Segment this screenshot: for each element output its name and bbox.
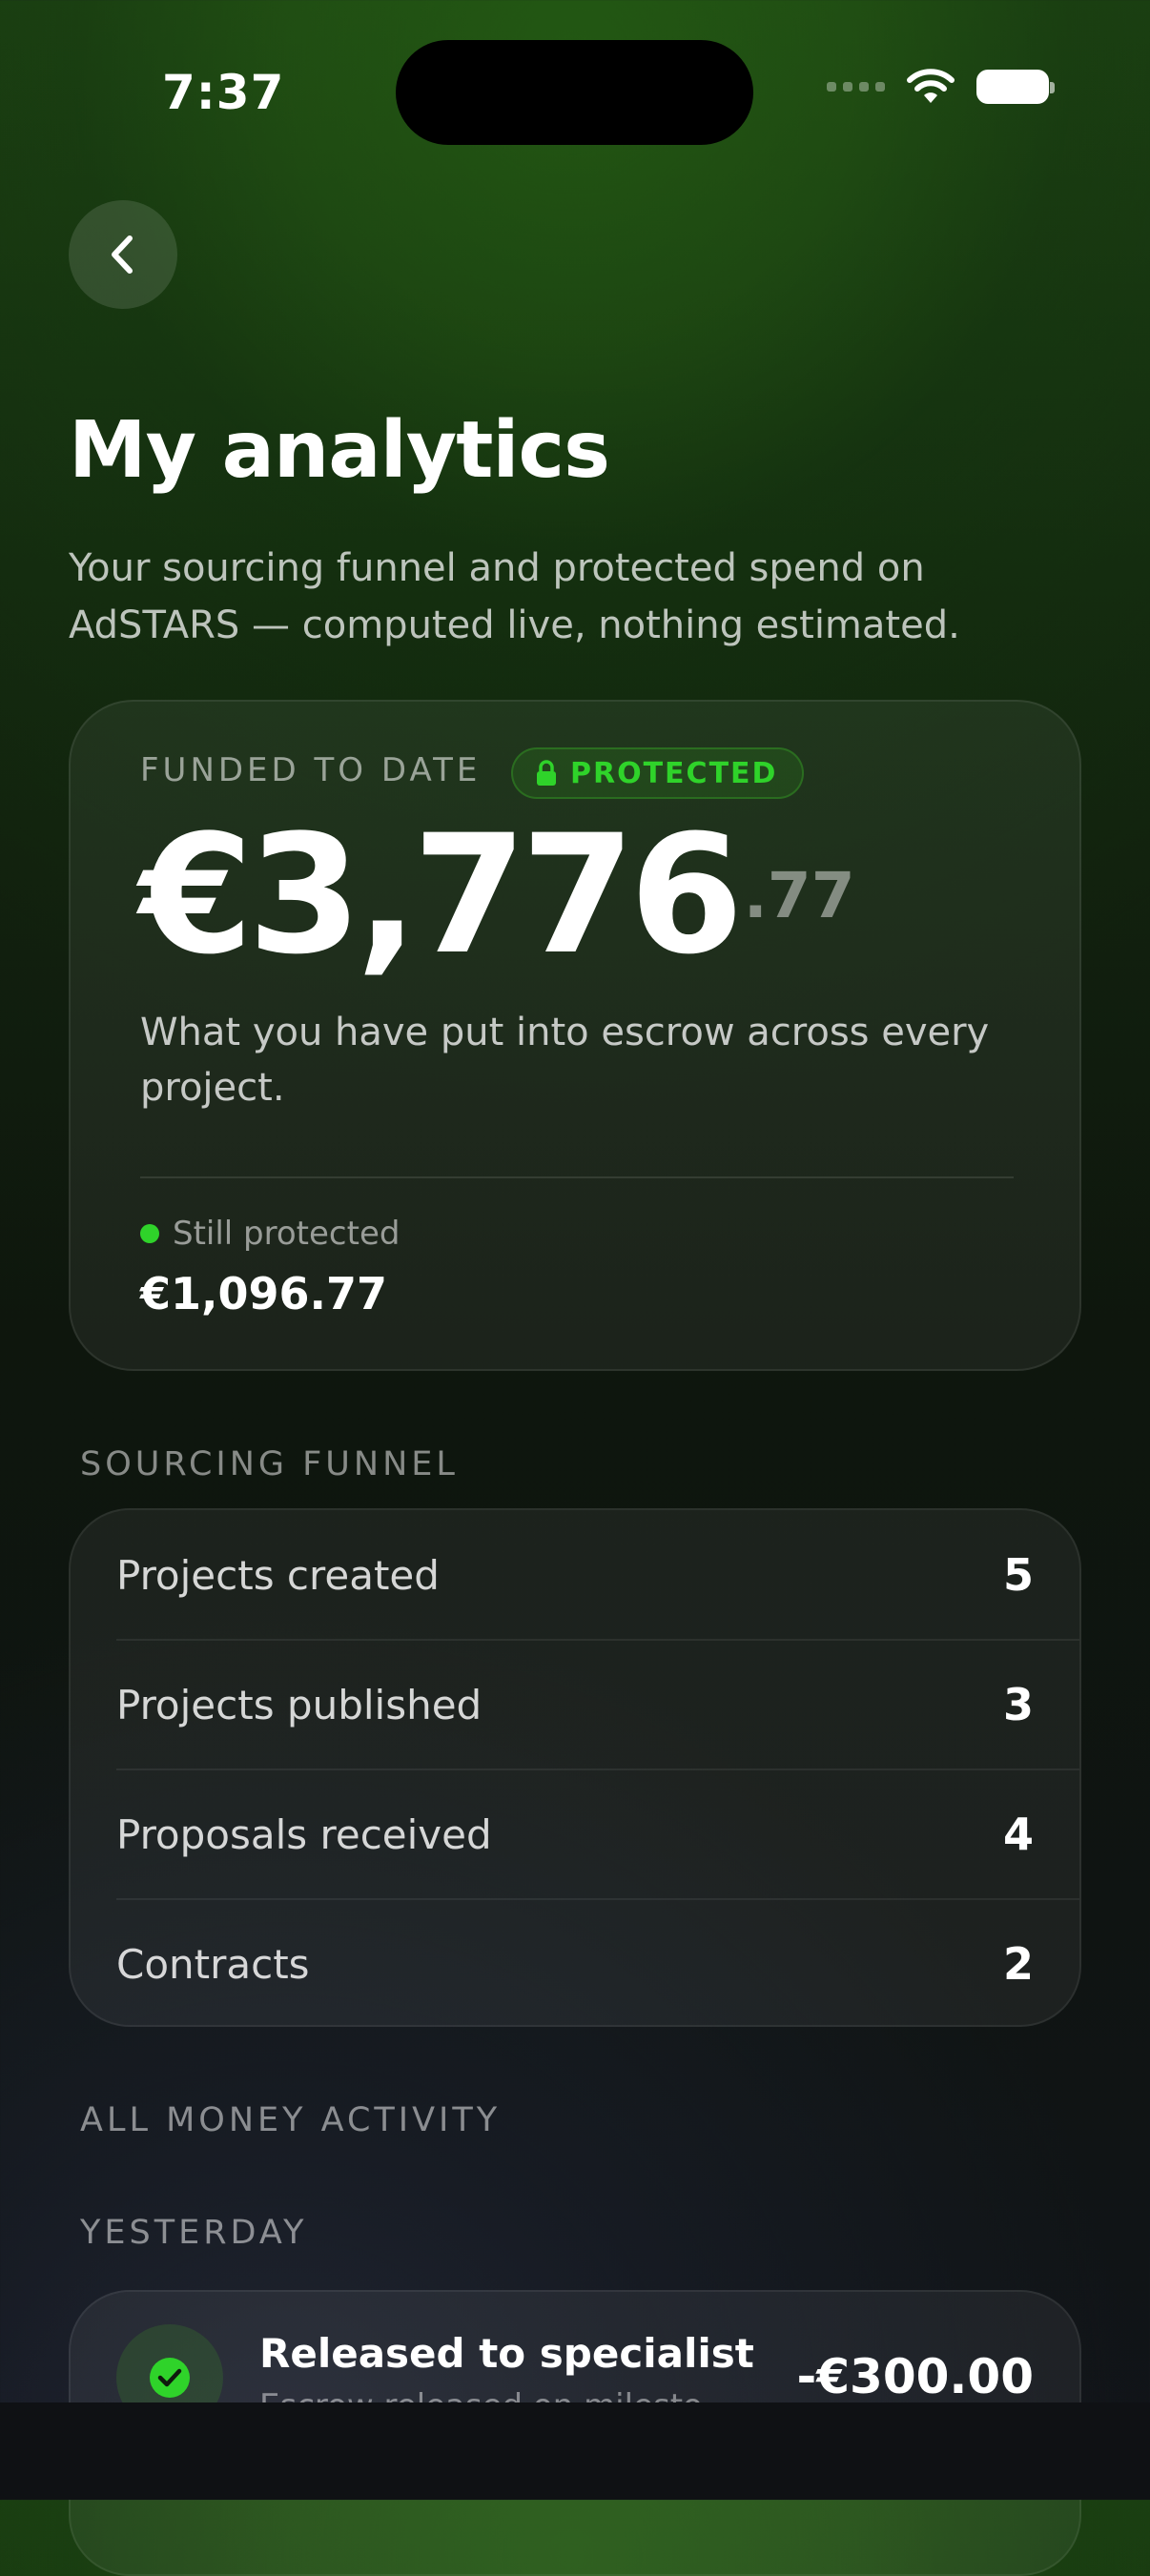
funnel-row-label: Projects published	[116, 1681, 483, 1728]
activity-title: Released to specialist	[259, 2330, 754, 2377]
activity-group-yesterday: YESTERDAY	[80, 2214, 308, 2252]
funnel-row-value: 4	[1002, 1809, 1034, 1860]
protected-label: PROTECTED	[570, 756, 778, 790]
wifi-icon	[907, 69, 955, 103]
dynamic-island	[396, 40, 753, 145]
battery-icon	[976, 70, 1055, 104]
status-time: 7:37	[162, 65, 285, 120]
funded-card: FUNDED TO DATE PROTECTED €3,776 .77 What…	[69, 700, 1081, 1371]
funded-amount-main: €3,776	[139, 799, 744, 991]
still-protected-value: €1,096.77	[140, 1268, 387, 1319]
funded-label: FUNDED TO DATE	[140, 751, 482, 789]
still-protected-row: Still protected	[140, 1215, 400, 1253]
funnel-row-label: Contracts	[116, 1940, 310, 1988]
check-icon	[150, 2358, 190, 2398]
funnel-row-proposals-received[interactable]: Proposals received 4	[71, 1769, 1079, 1899]
signal-icon	[827, 82, 885, 92]
funnel-row-value: 3	[1002, 1679, 1034, 1730]
funded-description: What you have put into escrow across eve…	[140, 1011, 990, 1110]
funnel-row-label: Proposals received	[116, 1810, 492, 1858]
protected-badge: PROTECTED	[511, 747, 805, 799]
chevron-left-icon	[112, 235, 133, 274]
funded-amount: €3,776 .77	[139, 797, 855, 993]
funnel-row-projects-published[interactable]: Projects published 3	[71, 1640, 1079, 1769]
status-dot-icon	[140, 1224, 159, 1243]
funnel-heading: SOURCING FUNNEL	[80, 1445, 459, 1483]
funnel-row-label: Projects created	[116, 1551, 440, 1599]
funnel-row-value: 5	[1002, 1549, 1034, 1601]
analytics-screen: 7:37 My analytics Your sourcing funnel a…	[0, 0, 1150, 2576]
back-button[interactable]	[69, 200, 177, 309]
activity-heading: ALL MONEY ACTIVITY	[80, 2101, 502, 2139]
status-icons	[827, 69, 1055, 105]
funnel-row-value: 2	[1002, 1938, 1034, 1990]
bottom-edge	[0, 2402, 1150, 2500]
funnel-card: Projects created 5 Projects published 3 …	[69, 1508, 1081, 2027]
funnel-row-projects-created[interactable]: Projects created 5	[71, 1510, 1079, 1640]
funnel-row-contracts[interactable]: Contracts 2	[71, 1899, 1079, 2025]
page-subtitle: Your sourcing funnel and protected spend…	[69, 546, 960, 647]
funded-amount-cents: .77	[743, 859, 855, 933]
still-protected-label: Still protected	[173, 1215, 400, 1253]
divider	[140, 1176, 1014, 1178]
activity-amount: -€300.00	[796, 2349, 1035, 2404]
page-title: My analytics	[69, 405, 610, 496]
lock-icon	[537, 760, 556, 786]
